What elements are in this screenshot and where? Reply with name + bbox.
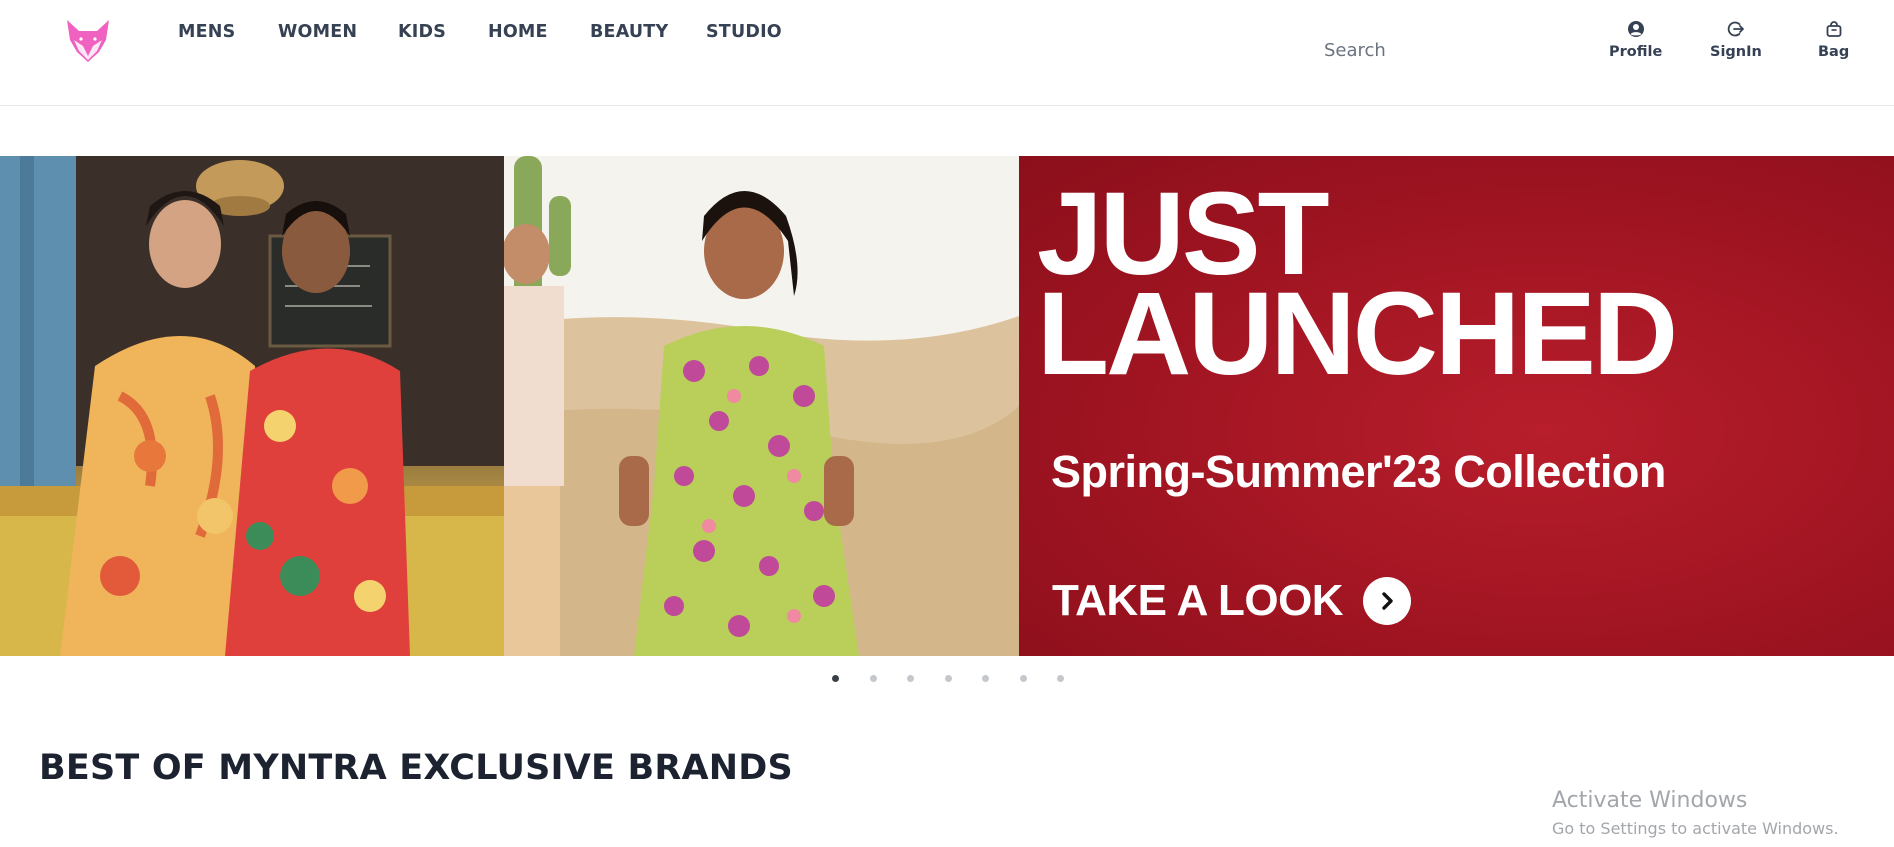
nav-item-beauty[interactable]: BEAUTY [590, 22, 668, 42]
take-a-look-label: TAKE A LOOK [1052, 576, 1344, 625]
hero-promo-panel[interactable]: JUST LAUNCHED Spring-Summer'23 Collectio… [1019, 156, 1894, 656]
hero-banner[interactable]: JUST LAUNCHED Spring-Summer'23 Collectio… [0, 156, 1894, 656]
signin-label: SignIn [1710, 44, 1762, 60]
profile-button[interactable]: Profile [1609, 20, 1662, 60]
watermark-title: Activate Windows [1552, 788, 1748, 813]
hero-image-desert-model [504, 156, 1019, 656]
chevron-right-icon [1363, 577, 1412, 625]
nav-item-home[interactable]: HOME [488, 22, 548, 42]
carousel-dot-5[interactable] [982, 675, 989, 682]
carousel-dot-2[interactable] [869, 675, 877, 682]
take-a-look-button[interactable]: TAKE A LOOK [1052, 576, 1412, 626]
hero-headline-line-2: LAUNCHED [1037, 268, 1678, 400]
carousel-dots [832, 675, 1095, 682]
sign-in-icon [1727, 20, 1745, 43]
hero-image-models-bar [0, 156, 504, 656]
section-title: BEST OF MYNTRA EXCLUSIVE BRANDS [39, 748, 793, 788]
fox-logo-icon[interactable] [64, 18, 112, 64]
nav-item-mens[interactable]: MENS [178, 22, 235, 42]
hero-subline: Spring-Summer'23 Collection [1051, 446, 1666, 497]
watermark-subtitle: Go to Settings to activate Windows. [1552, 819, 1839, 838]
bag-button[interactable]: Bag [1818, 20, 1849, 60]
carousel-dot-4[interactable] [944, 675, 952, 682]
user-circle-icon [1627, 20, 1645, 43]
nav-item-women[interactable]: WOMEN [278, 22, 357, 42]
nav-item-kids[interactable]: KIDS [398, 22, 446, 42]
carousel-dot-3[interactable] [907, 675, 914, 682]
carousel-dot-1[interactable] [832, 675, 839, 682]
search-input[interactable] [1324, 36, 1544, 64]
bag-label: Bag [1818, 44, 1850, 60]
profile-label: Profile [1609, 44, 1663, 60]
carousel-dot-7[interactable] [1057, 675, 1064, 682]
nav-item-studio[interactable]: STUDIO [706, 22, 782, 42]
signin-button[interactable]: SignIn [1710, 20, 1762, 60]
carousel-dot-6[interactable] [1019, 675, 1027, 682]
hero-headline: JUST LAUNCHED [1037, 175, 1678, 400]
site-header: MENS WOMEN KIDS HOME BEAUTY STUDIO Profi… [0, 0, 1894, 106]
activate-windows-watermark: Activate Windows Go to Settings to activ… [1552, 788, 1839, 838]
bag-icon [1825, 20, 1843, 43]
